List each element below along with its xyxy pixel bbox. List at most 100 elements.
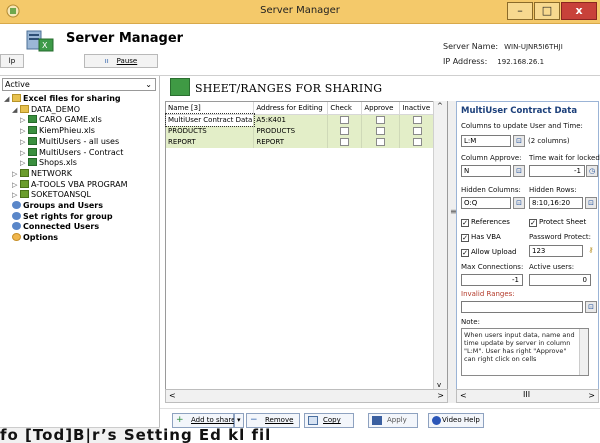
status-filter-dropdown[interactable]: Active ⌄	[2, 78, 156, 91]
approve-checkbox[interactable]	[375, 126, 385, 135]
password-field[interactable]: 123	[529, 245, 583, 257]
scroll-right-icon[interactable]: >	[588, 391, 595, 400]
pause-label: Pause	[116, 57, 138, 65]
sidebar-tree-item[interactable]: ▷ Shops.xls	[20, 158, 77, 168]
expand-icon[interactable]: ▷	[20, 126, 28, 136]
range-picker-icon[interactable]: ⊡	[585, 301, 597, 313]
key-icon[interactable]: ⚷	[585, 245, 597, 257]
hidden-rows-field[interactable]: 8:10,16:20	[529, 197, 583, 209]
table-vertical-scrollbar[interactable]: ^ v	[433, 101, 447, 390]
details-horizontal-scrollbar[interactable]: < III >	[456, 389, 599, 403]
tree-item-label: DATA_DEMO	[31, 104, 81, 114]
column-header-inactive[interactable]: Inactive	[399, 102, 437, 115]
cell-name[interactable]: PRODUCTS	[166, 125, 255, 137]
inactive-checkbox[interactable]	[412, 126, 422, 135]
expand-icon[interactable]: ▷	[12, 190, 20, 200]
approve-checkbox[interactable]	[375, 115, 385, 124]
expand-icon[interactable]: ▷	[20, 115, 28, 125]
pause-button[interactable]: ıı Pause	[84, 54, 158, 68]
check-icon: ✓	[461, 249, 469, 257]
sidebar-tree-item[interactable]: ◢ DATA_DEMO	[12, 104, 81, 115]
scroll-down-icon[interactable]: v	[437, 381, 441, 389]
range-picker-icon[interactable]: ⊡	[513, 165, 525, 177]
table-row[interactable]: REPORT REPORT	[166, 136, 437, 148]
references-checkbox[interactable]: ✓ References	[461, 218, 510, 227]
expand-icon[interactable]: ▷	[20, 137, 28, 147]
table-row[interactable]: PRODUCTS PRODUCTS	[166, 125, 437, 137]
add-to-share-button[interactable]: + Add to share	[172, 413, 235, 428]
expand-icon[interactable]: ▷	[20, 158, 28, 168]
time-wait-field[interactable]: -1	[529, 165, 585, 177]
column-header-check[interactable]: Check	[327, 102, 363, 115]
sidebar-tree-item[interactable]: Groups and Users	[4, 201, 103, 211]
video-help-button[interactable]: Video Help	[428, 413, 484, 428]
cell-name[interactable]: REPORT	[166, 136, 255, 148]
column-header-address[interactable]: Address for Editing	[253, 102, 329, 115]
cell-address[interactable]: REPORT	[253, 136, 329, 148]
options-icon	[12, 233, 21, 242]
help-button[interactable]: lp	[0, 54, 24, 68]
maximize-button[interactable]: □	[534, 2, 560, 20]
protect-sheet-checkbox[interactable]: ✓ Protect Sheet	[529, 218, 586, 227]
active-users-label: Active users:	[529, 263, 575, 271]
scroll-right-icon[interactable]: >	[437, 391, 444, 400]
cell-approve	[361, 125, 401, 137]
sidebar-tree-item[interactable]: ▷ NETWORK	[12, 168, 72, 179]
remove-button[interactable]: − Remove	[246, 413, 300, 428]
sidebar-tree-item[interactable]: Connected Users	[4, 222, 99, 232]
copy-button[interactable]: Copy	[304, 413, 354, 428]
range-picker-icon[interactable]: ⊡	[585, 197, 597, 209]
expand-icon[interactable]: ▷	[12, 169, 20, 179]
sidebar-tree-item[interactable]: ▷ KiemPhieu.xls	[20, 126, 95, 136]
range-picker-icon[interactable]: ⊡	[513, 197, 525, 209]
sidebar-tree-item[interactable]: Options	[4, 233, 58, 243]
sidebar-tree-item[interactable]: ▷ MultiUsers - Contract	[20, 147, 123, 158]
table-row[interactable]: MultiUser Contract Data A5:K401	[165, 113, 437, 127]
note-scrollbar[interactable]	[579, 329, 588, 375]
cell-check	[327, 125, 363, 137]
has-vba-checkbox[interactable]: ✓ Has VBA	[461, 233, 501, 242]
expand-icon[interactable]: ▷	[12, 180, 20, 190]
sidebar-tree-item[interactable]: ▷ SOKETOANSQL	[12, 190, 91, 200]
range-picker-icon[interactable]: ⊡	[513, 135, 525, 147]
note-textarea[interactable]: When users input data, name and time upd…	[461, 328, 589, 376]
cell-address[interactable]: A5:K401	[253, 114, 329, 126]
allow-upload-checkbox[interactable]: ✓ Allow Upload	[461, 248, 516, 257]
minimize-button[interactable]: –	[507, 2, 533, 20]
timer-icon[interactable]: ◷	[586, 165, 598, 177]
cell-address[interactable]: PRODUCTS	[253, 125, 329, 137]
collapse-icon[interactable]: ◢	[12, 105, 20, 115]
inactive-checkbox[interactable]	[412, 137, 422, 146]
column-header-name[interactable]: Name [3]	[166, 102, 255, 115]
server-name-label: Server Name:	[443, 42, 499, 51]
cell-name[interactable]: MultiUser Contract Data	[165, 113, 255, 127]
close-button[interactable]: x	[561, 2, 597, 20]
panel-splitter[interactable]: ≡	[448, 101, 457, 403]
max-connections-field[interactable]: -1	[461, 274, 523, 286]
column-approve-field[interactable]: N	[461, 165, 511, 177]
columns-update-field[interactable]: L:M	[461, 135, 511, 147]
column-header-approve[interactable]: Approve	[361, 102, 401, 115]
expand-icon[interactable]: ▷	[20, 148, 28, 158]
sidebar-tree-item[interactable]: ▷ A-TOOLS VBA PROGRAM	[12, 179, 127, 190]
scroll-thumb[interactable]: III	[523, 390, 530, 399]
sidebar-tree-item[interactable]: ▷ MultiUsers - all uses	[20, 136, 119, 147]
check-checkbox[interactable]	[339, 137, 349, 146]
apply-button[interactable]: Apply	[368, 413, 418, 428]
scroll-left-icon[interactable]: <	[169, 391, 176, 400]
approve-checkbox[interactable]	[375, 137, 385, 146]
scroll-left-icon[interactable]: <	[460, 391, 467, 400]
add-dropdown-button[interactable]: ▾	[234, 413, 244, 428]
folder-icon	[20, 104, 29, 113]
sidebar-tree-item[interactable]: ▷ CARO GAME.xls	[20, 115, 102, 125]
check-checkbox[interactable]	[339, 126, 349, 135]
invalid-ranges-field[interactable]	[461, 301, 583, 313]
sidebar-tree-item[interactable]: Set rights for group	[4, 211, 113, 222]
check-checkbox[interactable]	[339, 115, 349, 124]
scroll-up-icon[interactable]: ^	[437, 102, 443, 110]
table-horizontal-scrollbar[interactable]: < >	[165, 389, 448, 403]
collapse-icon[interactable]: ◢	[4, 94, 12, 104]
sidebar-tree-item[interactable]: ◢ Excel files for sharing	[4, 94, 121, 104]
hidden-columns-field[interactable]: O:Q	[461, 197, 511, 209]
inactive-checkbox[interactable]	[412, 115, 422, 124]
